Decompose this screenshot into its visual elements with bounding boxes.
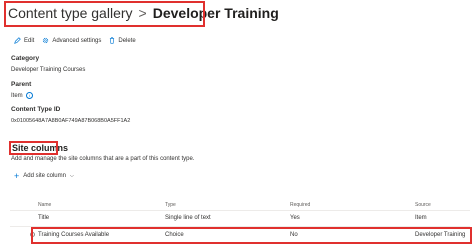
- delete-button[interactable]: Delete: [109, 37, 136, 44]
- pencil-icon: [14, 37, 21, 44]
- advanced-settings-button[interactable]: Advanced settings: [42, 37, 101, 44]
- category-value: Developer Training Courses: [11, 67, 86, 73]
- content-type-id-value: 0x01005648A7A8B0AF749A87B068B0A5FF1A2: [11, 118, 131, 124]
- advanced-settings-label: Advanced settings: [52, 37, 102, 44]
- row-type: Single line of text: [165, 215, 211, 221]
- column-header-source[interactable]: Source: [415, 202, 431, 208]
- breadcrumb-highlight-box: [4, 1, 205, 27]
- parent-label: Parent: [11, 81, 32, 88]
- chevron-down-icon: ⌵: [69, 173, 74, 179]
- category-label: Category: [11, 55, 40, 62]
- column-header-required[interactable]: Required: [290, 202, 310, 208]
- trash-icon: [110, 37, 115, 44]
- site-columns-description: Add and manage the site columns that are…: [11, 156, 195, 162]
- row-source: Item: [415, 215, 427, 221]
- site-columns-highlight-box: [9, 141, 58, 155]
- column-header-name[interactable]: Name: [38, 202, 51, 208]
- delete-label: Delete: [118, 37, 136, 44]
- info-icon[interactable]: i: [25, 92, 33, 99]
- parent-value-row: Item i: [11, 92, 33, 99]
- row-highlight-box: [31, 227, 472, 244]
- edit-button[interactable]: Edit: [14, 37, 34, 44]
- row-required: Yes: [290, 215, 300, 221]
- row-name: Title: [38, 215, 50, 221]
- add-site-column-button[interactable]: + Add site column ⌵: [14, 171, 74, 181]
- plus-icon: +: [14, 171, 20, 181]
- parent-value-link[interactable]: Item: [11, 93, 23, 99]
- edit-label: Edit: [24, 37, 35, 44]
- command-bar: Edit Advanced settings Delete: [14, 37, 144, 44]
- gear-icon: [43, 37, 49, 44]
- add-site-column-label: Add site column: [23, 173, 66, 179]
- column-header-type[interactable]: Type: [165, 202, 176, 208]
- header-divider: [10, 210, 470, 211]
- content-type-id-label: Content Type ID: [11, 106, 61, 113]
